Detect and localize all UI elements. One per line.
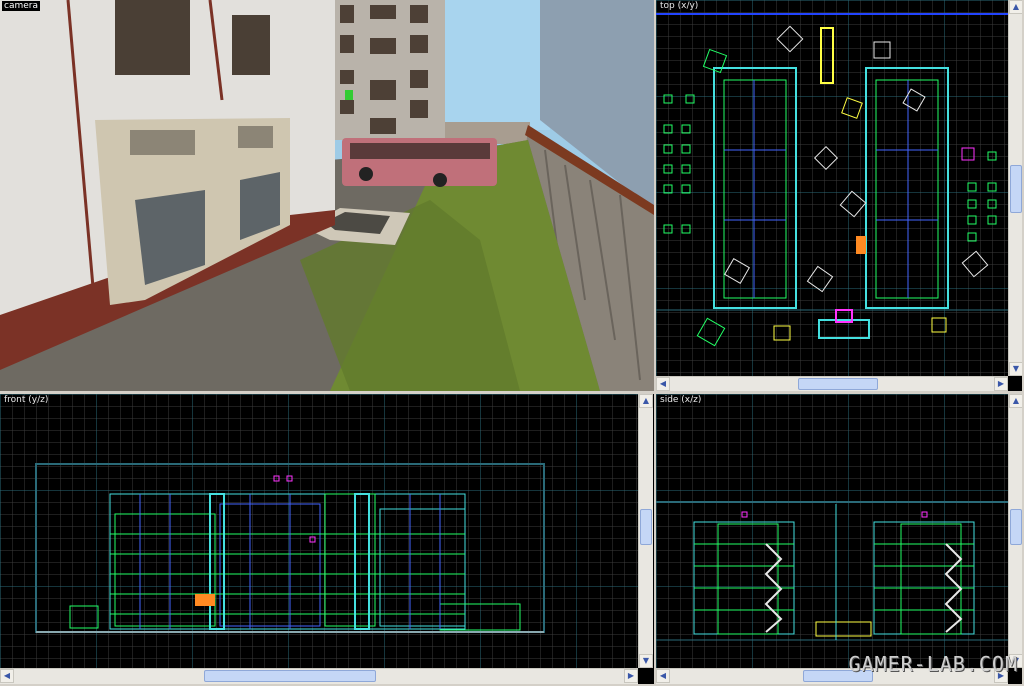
front-vertical-thumb[interactable] (640, 509, 652, 545)
front-viewport[interactable]: front (y/z) ▲ ▼ ◀ ▶ (0, 394, 654, 684)
front-viewport-label: front (y/z) (4, 395, 49, 405)
side-vertical-scrollbar[interactable]: ▲ ▼ (1008, 394, 1022, 668)
side-vertical-thumb[interactable] (1010, 509, 1022, 545)
front-vertical-scrollbar[interactable]: ▲ ▼ (638, 394, 653, 668)
top-viewport[interactable]: top (x/y) ▲ ▼ ◀ ▶ (656, 0, 1022, 391)
front-scroll-up-button[interactable]: ▲ (639, 394, 653, 408)
front-scroll-down-button[interactable]: ▼ (639, 654, 653, 668)
watermark-logo: GAMER-LAB.COM (848, 652, 1018, 676)
front-scroll-left-button[interactable]: ◀ (0, 669, 14, 683)
bus-prop (342, 138, 497, 187)
top-vertical-thumb[interactable] (1010, 165, 1022, 213)
side-scroll-left-button[interactable]: ◀ (656, 669, 670, 683)
camera-3d-scene (0, 0, 654, 391)
front-horizontal-scrollbar[interactable]: ◀ ▶ (0, 668, 638, 684)
side-scroll-up-button[interactable]: ▲ (1009, 394, 1022, 408)
top-scroll-right-button[interactable]: ▶ (994, 377, 1008, 391)
top-viewport-grid (656, 0, 1008, 376)
side-viewport-label: side (x/z) (660, 395, 702, 405)
front-horizontal-thumb[interactable] (204, 670, 376, 682)
top-scroll-left-button[interactable]: ◀ (656, 377, 670, 391)
top-scroll-up-button[interactable]: ▲ (1009, 0, 1022, 14)
top-vertical-scrollbar[interactable]: ▲ ▼ (1008, 0, 1022, 376)
camera-viewport[interactable]: camera (0, 0, 654, 391)
top-viewport-label: top (x/y) (660, 1, 699, 11)
front-scroll-right-button[interactable]: ▶ (624, 669, 638, 683)
side-viewport-grid (656, 394, 1008, 668)
side-viewport[interactable]: side (x/z) ▲ ▼ ◀ ▶ (656, 394, 1022, 684)
top-horizontal-scrollbar[interactable]: ◀ ▶ (656, 376, 1008, 391)
top-horizontal-thumb[interactable] (798, 378, 878, 390)
camera-viewport-label: camera (2, 1, 40, 11)
top-scroll-down-button[interactable]: ▼ (1009, 362, 1022, 376)
front-viewport-grid (0, 394, 638, 668)
